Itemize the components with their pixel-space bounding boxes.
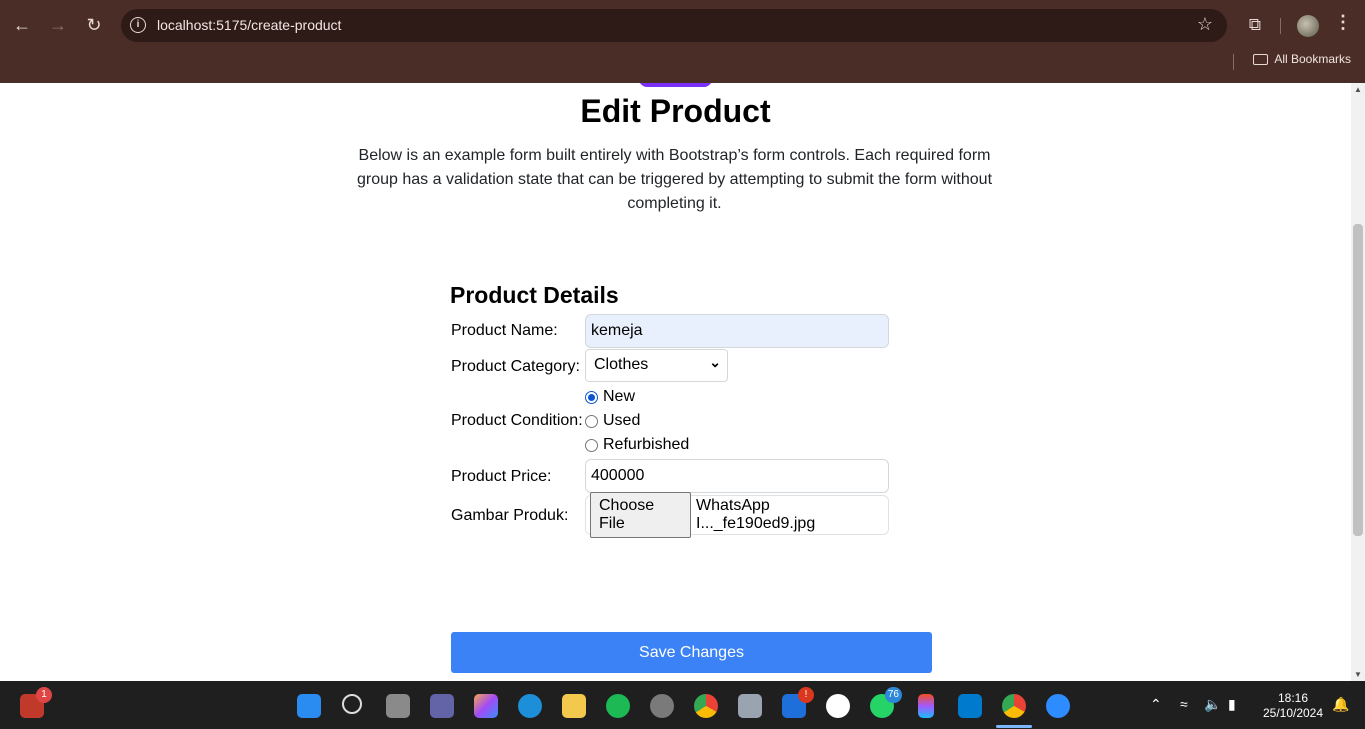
scroll-down-arrow-icon[interactable]: ▼ bbox=[1354, 670, 1362, 679]
radio-refurbished-label: Refurbished bbox=[603, 436, 690, 453]
copilot-icon[interactable] bbox=[474, 694, 498, 718]
spotify-icon[interactable] bbox=[606, 694, 630, 718]
browser-menu-icon[interactable]: ⋮ bbox=[1334, 12, 1352, 33]
scroll-up-arrow-icon[interactable]: ▲ bbox=[1354, 85, 1362, 94]
product-category-label: Product Category: bbox=[451, 358, 580, 375]
edge-icon[interactable] bbox=[518, 694, 542, 718]
product-image-file-input[interactable]: Choose File WhatsApp I..._fe190ed9.jpg bbox=[585, 492, 889, 538]
file-explorer-icon[interactable] bbox=[562, 694, 586, 718]
profile-avatar[interactable] bbox=[1297, 15, 1319, 37]
radio-refurbished[interactable] bbox=[585, 438, 598, 452]
system-clock[interactable]: 18:16 25/10/2024 bbox=[1258, 691, 1328, 721]
radio-new-label: New bbox=[603, 388, 636, 405]
radio-used-label: Used bbox=[603, 412, 641, 429]
github-icon[interactable] bbox=[826, 694, 850, 718]
product-category-select[interactable]: Clothes ⌄ bbox=[585, 349, 728, 382]
stock-widget-icon[interactable]: 1 bbox=[20, 687, 52, 718]
toolbar-divider bbox=[1280, 18, 1281, 34]
windows-taskbar: 1 ! 76 ⌃ ≈ 🔈 ▮ 18:16 25/10/2024 🔔 bbox=[0, 681, 1365, 729]
url-text[interactable]: localhost:5175/create-product bbox=[157, 17, 341, 33]
battery-icon[interactable]: ▮ bbox=[1228, 696, 1236, 713]
chevron-up-icon[interactable]: ⌃ bbox=[1150, 696, 1162, 713]
back-arrow-icon[interactable]: ← bbox=[11, 14, 33, 36]
all-bookmarks[interactable]: All Bookmarks bbox=[1253, 52, 1351, 66]
active-app-indicator bbox=[996, 725, 1032, 728]
radio-used[interactable] bbox=[585, 414, 598, 428]
wifi-icon[interactable]: ≈ bbox=[1180, 696, 1188, 712]
search-icon[interactable] bbox=[342, 694, 362, 714]
clock-time: 18:16 bbox=[1277, 691, 1309, 705]
chrome-icon[interactable] bbox=[694, 694, 718, 718]
extensions-icon[interactable]: ⧉ bbox=[1245, 15, 1265, 35]
task-view-icon[interactable] bbox=[386, 694, 410, 718]
chrome-profile-icon[interactable] bbox=[1002, 694, 1026, 718]
purple-header-tab bbox=[639, 83, 712, 87]
clock-date: 25/10/2024 bbox=[1262, 706, 1324, 720]
mail-icon[interactable]: ! bbox=[782, 687, 814, 718]
selected-file-name: WhatsApp I..._fe190ed9.jpg bbox=[696, 497, 816, 532]
radio-new[interactable] bbox=[585, 390, 598, 404]
condition-option-new[interactable]: New bbox=[585, 388, 635, 406]
whatsapp-icon[interactable]: 76 bbox=[870, 687, 902, 718]
reload-icon[interactable]: ↻ bbox=[83, 14, 105, 36]
scroll-thumb[interactable] bbox=[1353, 224, 1363, 536]
notification-bell-icon[interactable]: 🔔 bbox=[1332, 696, 1349, 713]
category-selected-value: Clothes bbox=[594, 356, 649, 373]
page-description: Below is an example form built entirely … bbox=[356, 147, 993, 212]
site-info-icon[interactable]: i bbox=[130, 17, 146, 33]
section-title: Product Details bbox=[450, 282, 619, 308]
save-changes-button[interactable]: Save Changes bbox=[451, 632, 932, 673]
page-title: Edit Product bbox=[580, 93, 771, 129]
choose-file-button[interactable]: Choose File bbox=[590, 492, 691, 538]
product-image-label: Gambar Produk: bbox=[451, 507, 569, 524]
product-price-input[interactable]: 400000 bbox=[585, 459, 889, 493]
condition-option-refurbished[interactable]: Refurbished bbox=[585, 436, 689, 454]
mail-badge: ! bbox=[798, 687, 814, 703]
bookmarks-divider bbox=[1233, 54, 1234, 70]
forward-arrow-icon[interactable]: → bbox=[47, 14, 69, 36]
teams-icon[interactable] bbox=[430, 694, 454, 718]
start-icon[interactable] bbox=[297, 694, 321, 718]
volume-icon[interactable]: 🔈 bbox=[1204, 696, 1221, 713]
whatsapp-badge: 76 bbox=[884, 687, 902, 703]
figma-icon[interactable] bbox=[918, 694, 934, 718]
browser-chrome: ← → ↻ i localhost:5175/create-product ☆ … bbox=[0, 0, 1365, 83]
page-scrollbar[interactable]: ▲ ▼ bbox=[1351, 83, 1365, 681]
condition-option-used[interactable]: Used bbox=[585, 412, 640, 430]
address-bar[interactable]: i localhost:5175/create-product ☆ bbox=[121, 9, 1227, 42]
product-name-input[interactable]: kemeja bbox=[585, 314, 889, 348]
folder-icon bbox=[1253, 53, 1269, 65]
product-condition-label: Product Condition: bbox=[451, 412, 583, 429]
bookmark-star-icon[interactable]: ☆ bbox=[1197, 14, 1213, 35]
chevron-down-icon: ⌄ bbox=[709, 354, 721, 370]
vscode-icon[interactable] bbox=[958, 694, 982, 718]
zoom-icon[interactable] bbox=[1046, 694, 1070, 718]
all-bookmarks-label: All Bookmarks bbox=[1274, 52, 1351, 66]
camera-icon[interactable] bbox=[738, 694, 762, 718]
browser-toolbar: ← → ↻ i localhost:5175/create-product ☆ … bbox=[0, 6, 1365, 44]
settings-gear-icon[interactable] bbox=[650, 694, 674, 718]
widget-badge: 1 bbox=[36, 687, 52, 703]
product-name-label: Product Name: bbox=[451, 322, 558, 339]
page-content: Edit Product Below is an example form bu… bbox=[0, 83, 1351, 681]
product-price-label: Product Price: bbox=[451, 468, 552, 485]
